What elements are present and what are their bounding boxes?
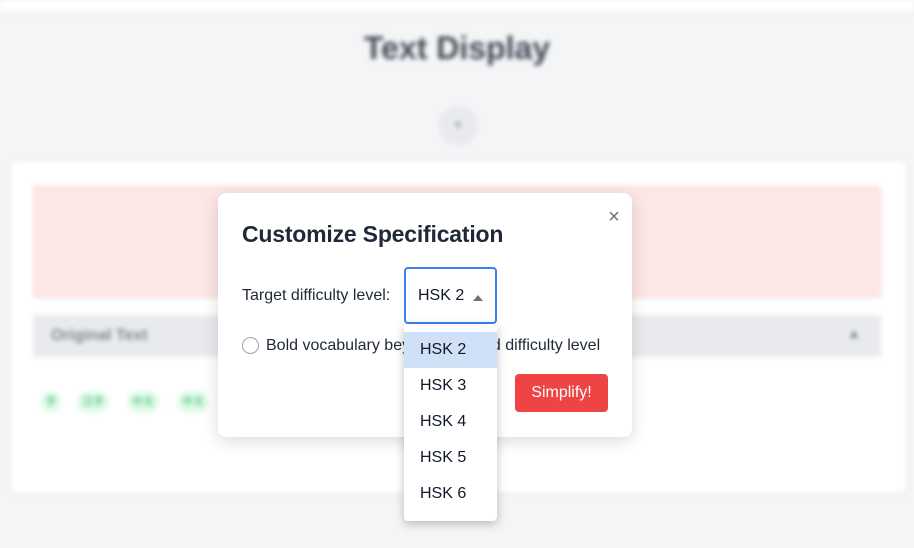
dropdown-option-hsk-3[interactable]: HSK 3: [404, 368, 497, 404]
caret-up-icon: [473, 295, 483, 301]
dropdown-option-hsk-6[interactable]: HSK 6: [404, 476, 497, 512]
target-difficulty-label: Target difficulty level:: [242, 287, 391, 304]
simplify-button[interactable]: Simplify!: [515, 374, 608, 412]
dropdown-option-hsk-2[interactable]: HSK 2: [404, 332, 497, 368]
dropdown-option-hsk-4[interactable]: HSK 4: [404, 404, 497, 440]
bold-vocabulary-radio[interactable]: [242, 337, 259, 354]
selected-difficulty-value: HSK 2: [418, 287, 465, 304]
close-icon[interactable]: ×: [604, 207, 624, 227]
modal-title: Customize Specification: [242, 221, 504, 247]
difficulty-dropdown-list: HSK 2 HSK 3 HSK 4 HSK 5 HSK 6: [404, 324, 497, 521]
difficulty-select[interactable]: HSK 2: [404, 267, 497, 324]
dropdown-option-hsk-5[interactable]: HSK 5: [404, 440, 497, 476]
